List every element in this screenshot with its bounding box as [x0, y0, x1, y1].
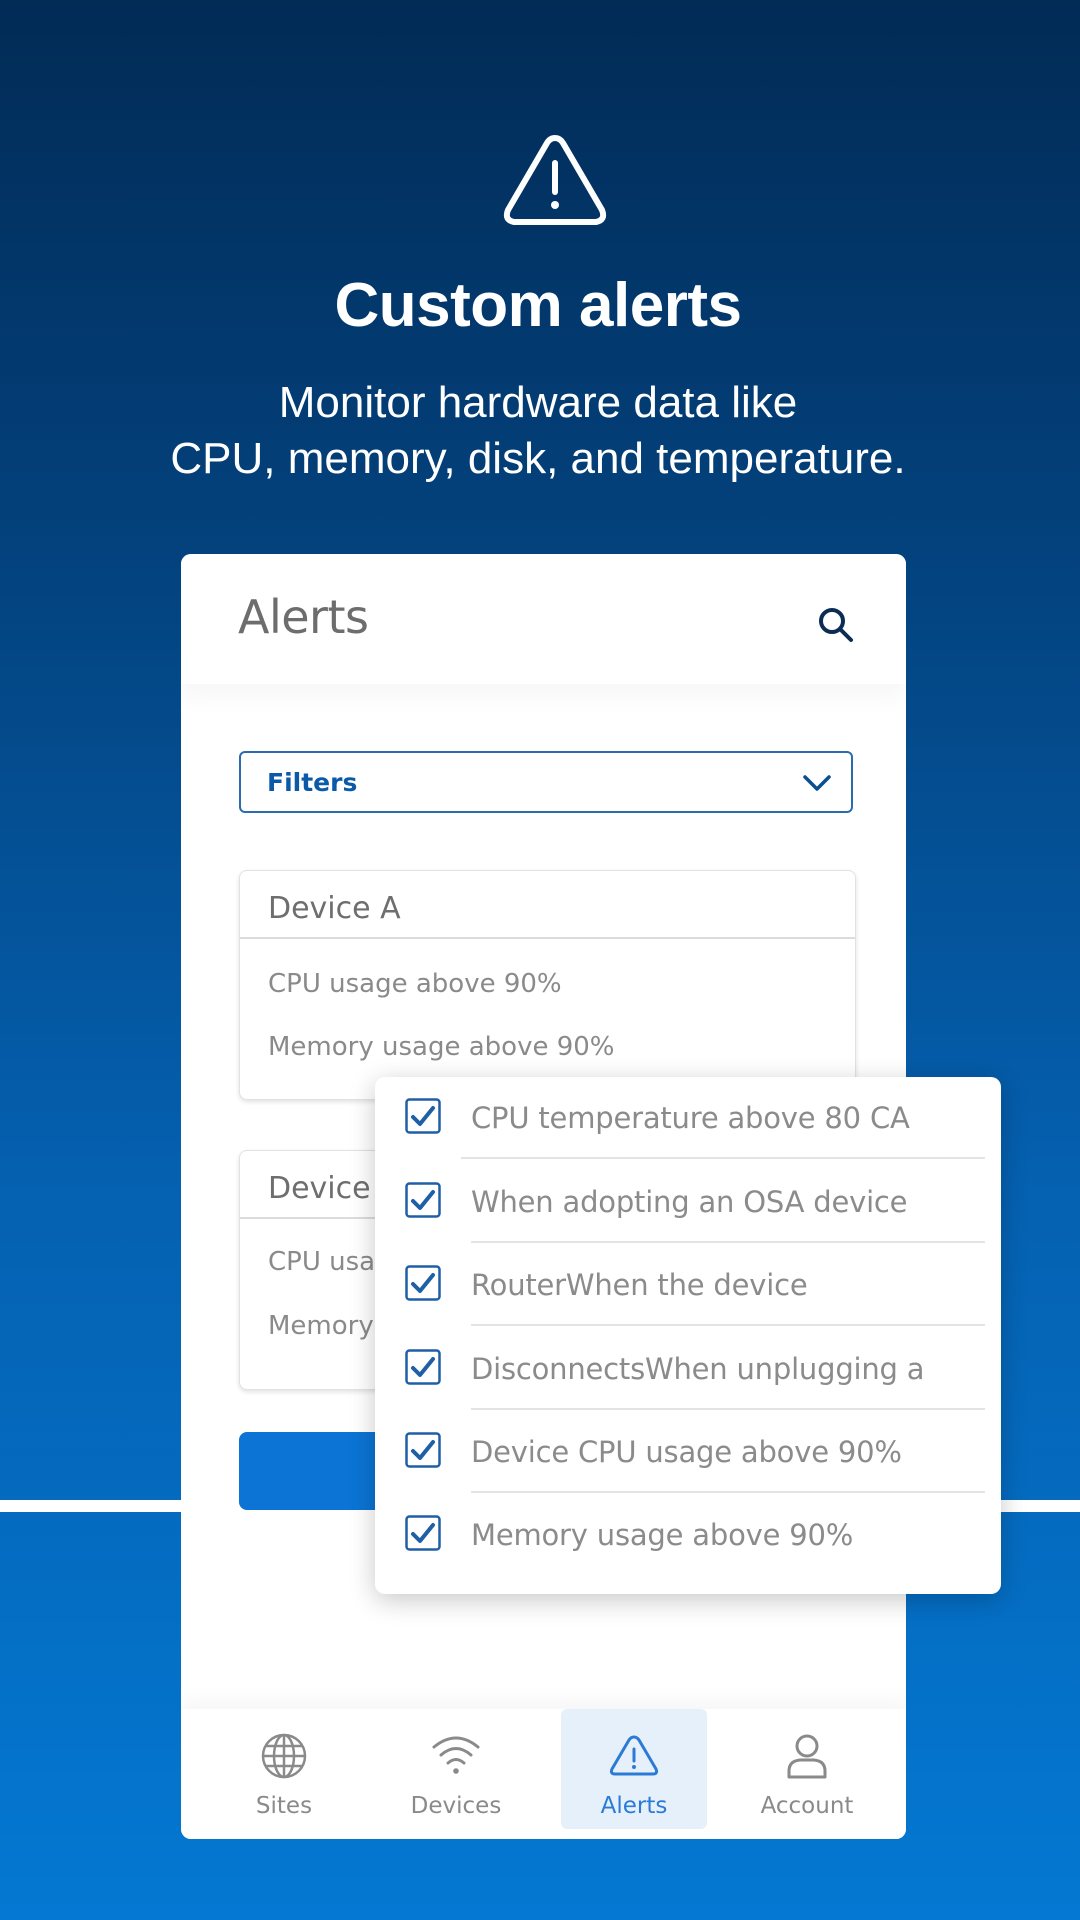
wifi-icon — [432, 1736, 480, 1774]
alert-card[interactable]: Device A CPU usage above 90% Memory usag… — [239, 870, 856, 1100]
alert-option-label: CPU temperature above 80 CA — [471, 1101, 910, 1135]
nav-label: Alerts — [600, 1793, 668, 1819]
search-icon[interactable] — [815, 604, 857, 646]
nav-label: Account — [760, 1793, 854, 1819]
divider — [471, 1408, 985, 1410]
alert-option-label: Device CPU usage above 90% — [471, 1435, 902, 1469]
card-line: Memory usage above 90% — [268, 1032, 615, 1062]
hero-subtitle-line-1: Monitor hardware data like — [278, 378, 798, 427]
checkbox-checked-icon[interactable] — [405, 1098, 441, 1134]
checkbox-checked-icon[interactable] — [405, 1515, 441, 1551]
card-title: Device — [268, 1171, 371, 1206]
alert-option-label: Memory usage above 90% — [471, 1518, 854, 1552]
alert-option-row[interactable]: When adopting an OSA device — [375, 1161, 1001, 1245]
nav-item-account[interactable]: Account — [734, 1709, 880, 1829]
card-line: CPU usage above 90% — [268, 969, 562, 999]
alert-option-row[interactable]: DisconnectsWhen unplugging a — [375, 1328, 1001, 1412]
card-divider — [240, 937, 855, 939]
alert-option-row[interactable]: Memory usage above 90% — [375, 1494, 1001, 1578]
divider — [471, 1491, 985, 1493]
card-title: Device A — [268, 891, 401, 926]
divider — [471, 1324, 985, 1326]
nav-item-sites[interactable]: Sites — [211, 1709, 357, 1829]
nav-label: Sites — [255, 1793, 313, 1819]
checkbox-checked-icon[interactable] — [405, 1265, 441, 1301]
chevron-down-icon — [803, 775, 831, 791]
page-title: Alerts — [238, 590, 369, 644]
alert-option-label: RouterWhen the device — [471, 1268, 808, 1302]
globe-icon — [261, 1733, 307, 1779]
warning-triangle-icon — [609, 1735, 659, 1776]
alert-option-label: DisconnectsWhen unplugging a — [471, 1352, 925, 1386]
nav-item-devices[interactable]: Devices — [383, 1709, 529, 1829]
divider — [471, 1241, 985, 1243]
app-header: Alerts — [181, 554, 906, 684]
card-line: CPU usag — [268, 1247, 392, 1277]
checkbox-checked-icon[interactable] — [405, 1432, 441, 1468]
alert-option-label: When adopting an OSA device — [471, 1185, 908, 1219]
card-line: Memory — [268, 1311, 374, 1341]
bottom-nav: Sites Devices Alerts Account — [181, 1709, 906, 1839]
hero-title: Custom alerts — [334, 271, 742, 340]
alert-option-row[interactable]: Device CPU usage above 90% — [375, 1411, 1001, 1495]
user-icon — [787, 1734, 827, 1779]
alert-option-row[interactable]: CPU temperature above 80 CA — [375, 1077, 1001, 1161]
checkbox-checked-icon[interactable] — [405, 1182, 441, 1218]
nav-label: Devices — [410, 1793, 502, 1819]
filters-label: Filters — [267, 768, 358, 797]
alert-option-row[interactable]: RouterWhen the device — [375, 1244, 1001, 1328]
hero-subtitle-line-2: CPU, memory, disk, and temperature. — [170, 434, 906, 483]
warning-triangle-icon — [503, 135, 607, 225]
hero-subtitle: Monitor hardware data like CPU, memory, … — [0, 375, 1076, 487]
checkbox-checked-icon[interactable] — [405, 1349, 441, 1385]
alert-options-popover: CPU temperature above 80 CA When adopting… — [375, 1077, 1001, 1594]
divider — [461, 1157, 985, 1159]
filters-dropdown[interactable]: Filters — [239, 751, 853, 813]
nav-item-alerts[interactable]: Alerts — [561, 1709, 707, 1829]
